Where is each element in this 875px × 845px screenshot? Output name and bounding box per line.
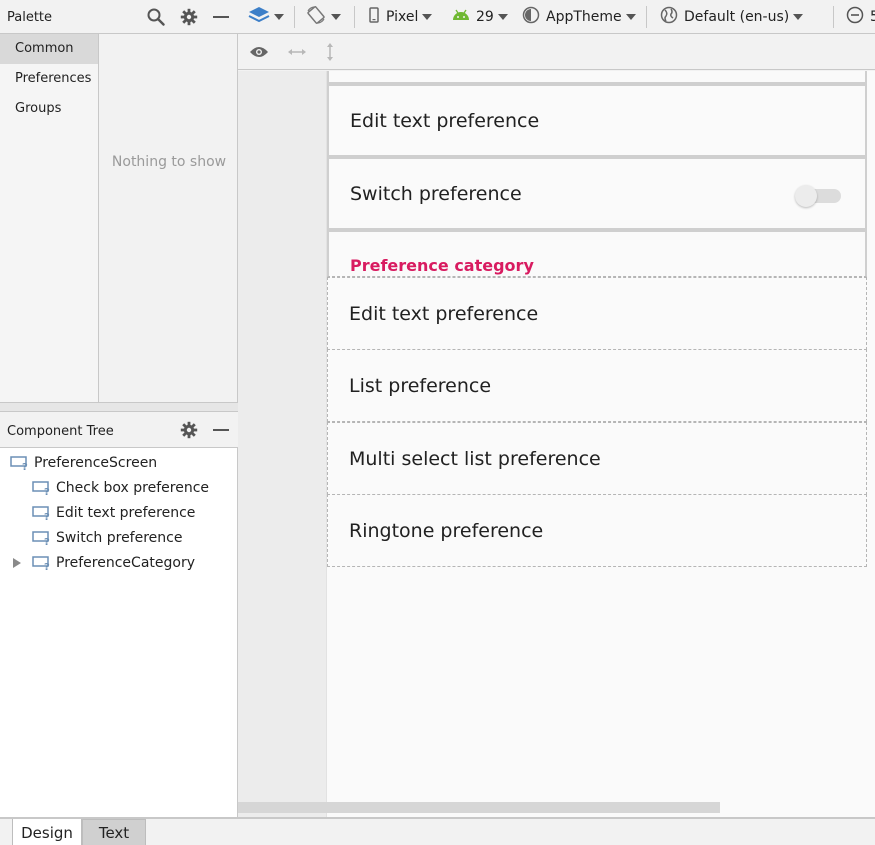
tree-item-switch-preference[interactable]: ? Switch preference bbox=[32, 525, 182, 550]
android-icon bbox=[452, 9, 470, 25]
preference-item-edit-text-2[interactable]: Edit text preference bbox=[327, 277, 867, 350]
preference-title: Ringtone preference bbox=[349, 519, 544, 542]
search-icon[interactable] bbox=[145, 6, 167, 28]
tree-item-label: PreferenceScreen bbox=[34, 454, 158, 471]
preference-title: Edit text preference bbox=[350, 109, 540, 132]
tree-item-edit-text-preference[interactable]: ? Edit text preference bbox=[32, 500, 195, 525]
device-label: Pixel bbox=[386, 9, 419, 25]
svg-text:?: ? bbox=[44, 487, 50, 496]
eye-icon[interactable] bbox=[248, 41, 270, 63]
palette-category-groups[interactable]: Groups bbox=[0, 94, 98, 124]
unknown-view-icon: ? bbox=[10, 455, 30, 471]
design-toolbar: Pixel 29 AppTheme Default (en-us) 5 bbox=[238, 0, 875, 34]
preference-title: Switch preference bbox=[350, 182, 522, 205]
minimize-icon[interactable] bbox=[210, 419, 232, 441]
preference-category-title: Preference category bbox=[350, 256, 534, 275]
component-tree-header: Component Tree bbox=[0, 412, 238, 448]
chevron-down-icon bbox=[625, 14, 636, 20]
preference-item-list[interactable]: List preference bbox=[327, 349, 867, 422]
preference-category-header[interactable]: Preference category bbox=[327, 230, 867, 277]
tree-item-label: Switch preference bbox=[56, 529, 183, 546]
preference-item-edit-text[interactable]: Edit text preference bbox=[327, 84, 867, 157]
chevron-down-icon bbox=[497, 14, 508, 20]
view-options-toolbar bbox=[238, 34, 875, 70]
theme-label: AppTheme bbox=[546, 9, 622, 25]
editor-mode-tabs: Design Text bbox=[0, 817, 875, 845]
orientation-dropdown[interactable] bbox=[305, 0, 341, 34]
theme-icon bbox=[522, 6, 540, 28]
palette-empty-message: Nothing to show bbox=[111, 154, 227, 170]
gear-icon[interactable] bbox=[178, 6, 200, 28]
tree-item-label: Check box preference bbox=[56, 479, 210, 496]
unknown-view-icon: ? bbox=[32, 480, 52, 496]
device-preview: Edit text preference Switch preference P… bbox=[326, 71, 875, 817]
tree-item-label: PreferenceCategory bbox=[56, 554, 195, 571]
panel-splitter[interactable] bbox=[0, 402, 238, 412]
tree-item-check-box-preference[interactable]: ? Check box preference bbox=[32, 475, 209, 500]
chevron-down-icon bbox=[422, 14, 433, 20]
layout-editor-window: Palette Common Preferences Groups Nothin… bbox=[0, 0, 875, 845]
layers-icon bbox=[248, 5, 270, 29]
api-level-label: 29 bbox=[476, 9, 494, 25]
preference-title: List preference bbox=[349, 374, 492, 397]
gear-icon[interactable] bbox=[178, 419, 200, 441]
minimize-icon[interactable] bbox=[210, 6, 232, 28]
design-canvas[interactable]: Edit text preference Switch preference P… bbox=[238, 71, 875, 817]
chevron-down-icon bbox=[331, 14, 341, 20]
locale-label: Default (en-us) bbox=[684, 9, 790, 25]
preference-item-switch[interactable]: Switch preference bbox=[327, 157, 867, 230]
component-tree-title: Component Tree bbox=[7, 424, 114, 439]
design-surface-dropdown[interactable] bbox=[248, 0, 284, 34]
horizontal-resize-icon[interactable] bbox=[286, 41, 308, 63]
component-tree-panel: Component Tree ? PreferenceScreen ? Chec… bbox=[0, 412, 238, 817]
unknown-view-icon: ? bbox=[32, 530, 52, 546]
preference-item-ringtone[interactable]: Ringtone preference bbox=[327, 494, 867, 567]
zoom-out-button[interactable]: 5 bbox=[846, 0, 875, 34]
palette-category-common[interactable]: Common bbox=[0, 34, 98, 64]
tab-text[interactable]: Text bbox=[82, 819, 146, 845]
palette-panel: Palette Common Preferences Groups Nothin… bbox=[0, 0, 238, 412]
api-level-dropdown[interactable]: 29 bbox=[452, 0, 508, 34]
zoom-out-icon bbox=[846, 6, 864, 28]
globe-icon bbox=[660, 6, 678, 28]
palette-title: Palette bbox=[7, 10, 53, 25]
tree-item-preferencecategory[interactable]: ? PreferenceCategory bbox=[32, 550, 195, 575]
svg-text:?: ? bbox=[44, 512, 50, 521]
svg-text:?: ? bbox=[44, 562, 50, 571]
theme-dropdown[interactable]: AppTheme bbox=[522, 0, 636, 34]
switch-toggle[interactable] bbox=[795, 185, 841, 207]
preference-item-multi-select-list[interactable]: Multi select list preference bbox=[327, 422, 867, 495]
rotate-device-icon bbox=[305, 5, 327, 29]
preference-title: Edit text preference bbox=[349, 302, 539, 325]
preference-title: Multi select list preference bbox=[349, 447, 601, 470]
horizontal-scrollbar[interactable] bbox=[238, 802, 720, 813]
unknown-view-icon: ? bbox=[32, 555, 52, 571]
chevron-down-icon bbox=[274, 14, 284, 20]
preference-item-partial[interactable] bbox=[327, 71, 867, 84]
tree-item-preferencescreen[interactable]: ? PreferenceScreen bbox=[10, 450, 157, 475]
tree-item-label: Edit text preference bbox=[56, 504, 196, 521]
unknown-view-icon: ? bbox=[32, 505, 52, 521]
zoom-level-label: 5 bbox=[870, 9, 875, 25]
expand-arrow-icon[interactable] bbox=[12, 550, 24, 575]
chevron-down-icon bbox=[793, 14, 804, 20]
palette-header: Palette bbox=[0, 0, 238, 34]
device-dropdown[interactable]: Pixel bbox=[369, 0, 433, 34]
locale-dropdown[interactable]: Default (en-us) bbox=[660, 0, 804, 34]
svg-text:?: ? bbox=[44, 537, 50, 546]
palette-category-list: Common Preferences Groups bbox=[0, 34, 99, 402]
vertical-resize-icon[interactable] bbox=[319, 41, 341, 63]
palette-category-preferences[interactable]: Preferences bbox=[0, 64, 98, 94]
phone-icon bbox=[369, 7, 379, 27]
svg-text:?: ? bbox=[22, 462, 28, 471]
tab-design[interactable]: Design bbox=[12, 819, 82, 845]
